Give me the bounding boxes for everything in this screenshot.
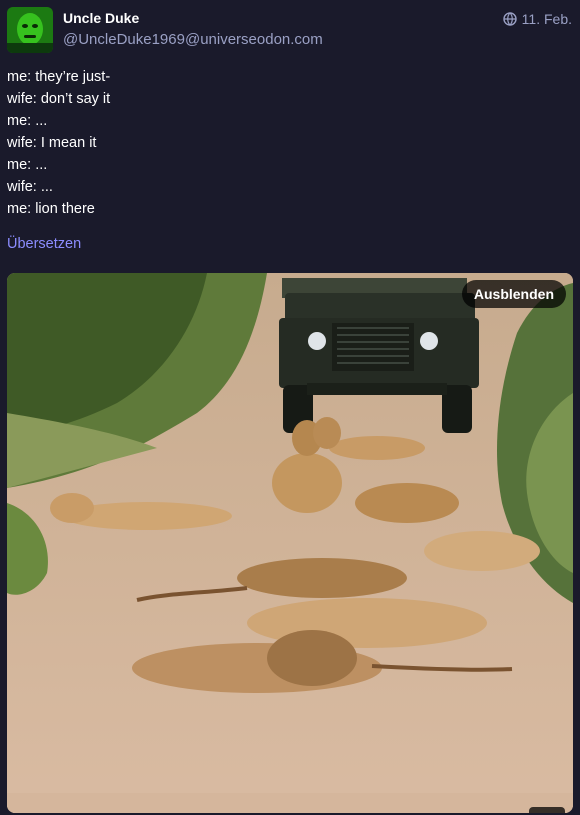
- post-date: 11. Feb.: [521, 11, 572, 27]
- post-line: wife: don’t say it: [7, 91, 111, 107]
- post-line: me: they’re just-: [7, 69, 111, 85]
- hide-media-button[interactable]: Ausblenden: [461, 280, 566, 308]
- alt-badge[interactable]: [529, 807, 565, 813]
- media-attachment[interactable]: Ausblenden: [7, 273, 573, 813]
- globe-icon: [502, 12, 517, 26]
- post-content: me: they’re just- wife: don’t say it me:…: [7, 66, 567, 220]
- translate-link[interactable]: Übersetzen: [7, 236, 81, 252]
- lion-photo: [7, 273, 573, 813]
- author-display-name[interactable]: Uncle Duke: [63, 10, 139, 26]
- post-line: me: ...: [7, 157, 48, 173]
- status-post: Uncle Duke @UncleDuke1969@universeodon.c…: [0, 0, 580, 815]
- avatar[interactable]: [7, 7, 53, 53]
- post-line: me: ...: [7, 113, 48, 129]
- post-line: me: lion there: [7, 201, 95, 217]
- post-line: wife: I mean it: [7, 135, 97, 151]
- post-line: wife: ...: [7, 179, 53, 195]
- post-timestamp[interactable]: 11. Feb.: [502, 11, 572, 27]
- author-handle[interactable]: @UncleDuke1969@universeodon.com: [63, 31, 323, 48]
